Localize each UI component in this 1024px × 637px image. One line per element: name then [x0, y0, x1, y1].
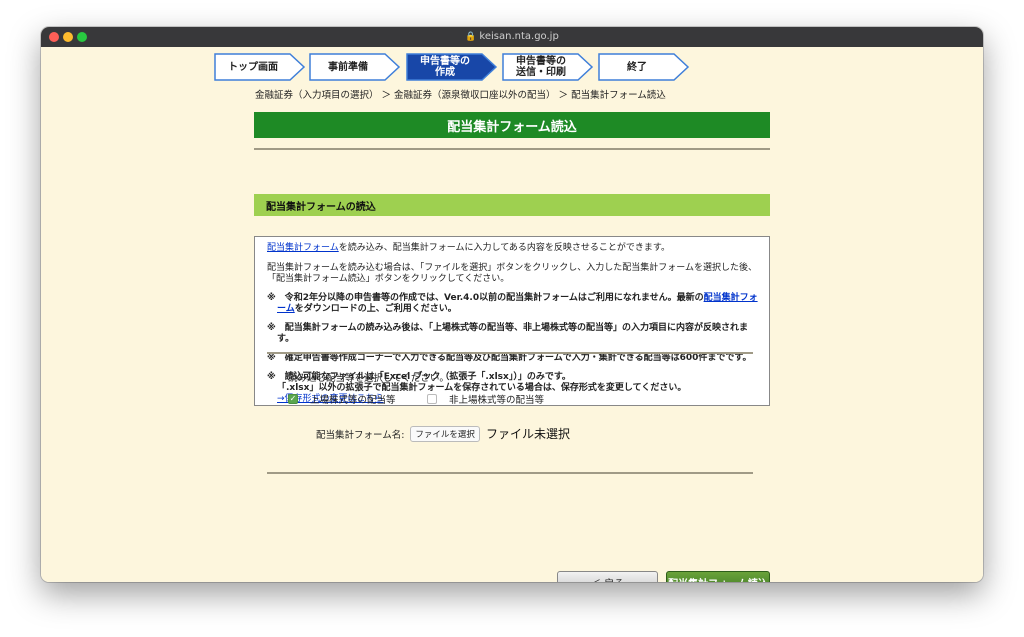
file-status: ファイル未選択 — [485, 427, 570, 441]
step-label: 終了 — [627, 61, 647, 73]
lock-icon: 🔒 — [465, 32, 477, 42]
listed-checkbox-row[interactable]: ✓ 上場株式等の配当等 — [288, 392, 396, 406]
back-button[interactable]: ＜ 戻る — [557, 571, 658, 582]
breadcrumb: 金融証券（入力項目の選択） ＞ 金融証券（源泉徴収口座以外の配当） ＞ 配当集計… — [255, 90, 666, 101]
step-create: 申告書等の 作成 — [406, 53, 498, 81]
page-content: トップ画面 事前準備 申告書等の 作成 申告書等の 送信・印刷 終了 金融証券（… — [41, 47, 983, 582]
page-title: 配当集計フォーム読込 — [254, 112, 770, 138]
browser-window: 🔒 keisan.nta.go.jp トップ画面 事前準備 申告書等の 作成 申告… — [41, 27, 983, 582]
step-send-print: 申告書等の 送信・印刷 — [502, 53, 594, 81]
choose-file-button[interactable]: ファイルを選択 — [410, 425, 480, 442]
unlisted-label: 非上場株式等の配当等 — [449, 395, 545, 406]
selection-area: 読み込む配当等を選択してください。 ✓ 上場株式等の配当等 非上場株式等の配当等… — [267, 352, 753, 474]
listed-label: 上場株式等の配当等 — [310, 395, 396, 406]
address-bar[interactable]: 🔒 keisan.nta.go.jp — [41, 30, 983, 44]
divider — [267, 472, 753, 474]
unlisted-checkbox-row[interactable]: 非上場株式等の配当等 — [427, 392, 544, 406]
unlisted-checkbox[interactable] — [427, 394, 437, 404]
divider — [267, 352, 753, 354]
section-title: 配当集計フォームの読込 — [254, 194, 770, 216]
step-label: 申告書等の 送信・印刷 — [516, 56, 566, 78]
divider — [254, 148, 770, 150]
step-label: 申告書等の 作成 — [420, 56, 470, 78]
info-paragraph-1: 配当集計フォームを読み込み、配当集計フォームに入力してある内容を反映させることが… — [267, 243, 671, 253]
file-row: 配当集計フォーム名: ファイルを選択 ファイル未選択 — [316, 425, 570, 442]
main-panel: 配当集計フォーム読込 配当集計フォームの読込 配当集計フォームを読み込み、配当集… — [254, 112, 770, 406]
step-preparation: 事前準備 — [309, 53, 401, 81]
title-bar: 🔒 keisan.nta.go.jp — [41, 27, 983, 47]
select-prompt: 読み込む配当等を選択してください。 — [288, 373, 449, 384]
listed-checkbox[interactable]: ✓ — [288, 394, 298, 404]
form-link[interactable]: 配当集計フォーム — [267, 243, 339, 253]
note-3: ※ 確定申告書等作成コーナーで入力できる配当等及び配当集計フォームで入力・集計で… — [267, 353, 752, 363]
step-finish: 終了 — [598, 53, 690, 81]
info-paragraph-2: 配当集計フォームを読み込む場合は、「ファイルを選択」ボタンをクリックし、入力した… — [267, 263, 757, 284]
url-text: keisan.nta.go.jp — [479, 31, 559, 42]
note-2: ※ 配当集計フォームの読み込み後は、「上場株式等の配当等、非上場株式等の配当等」… — [267, 323, 748, 344]
step-label: 事前準備 — [328, 61, 368, 73]
step-label: トップ画面 — [228, 61, 278, 73]
note-1: ※ 令和2年分以降の申告書等の作成では、Ver.4.0以前の配当集計フォームはご… — [267, 293, 758, 314]
load-form-button[interactable]: 配当集計フォーム読込 — [666, 571, 770, 582]
step-top: トップ画面 — [214, 53, 306, 81]
file-label: 配当集計フォーム名: — [316, 429, 405, 441]
